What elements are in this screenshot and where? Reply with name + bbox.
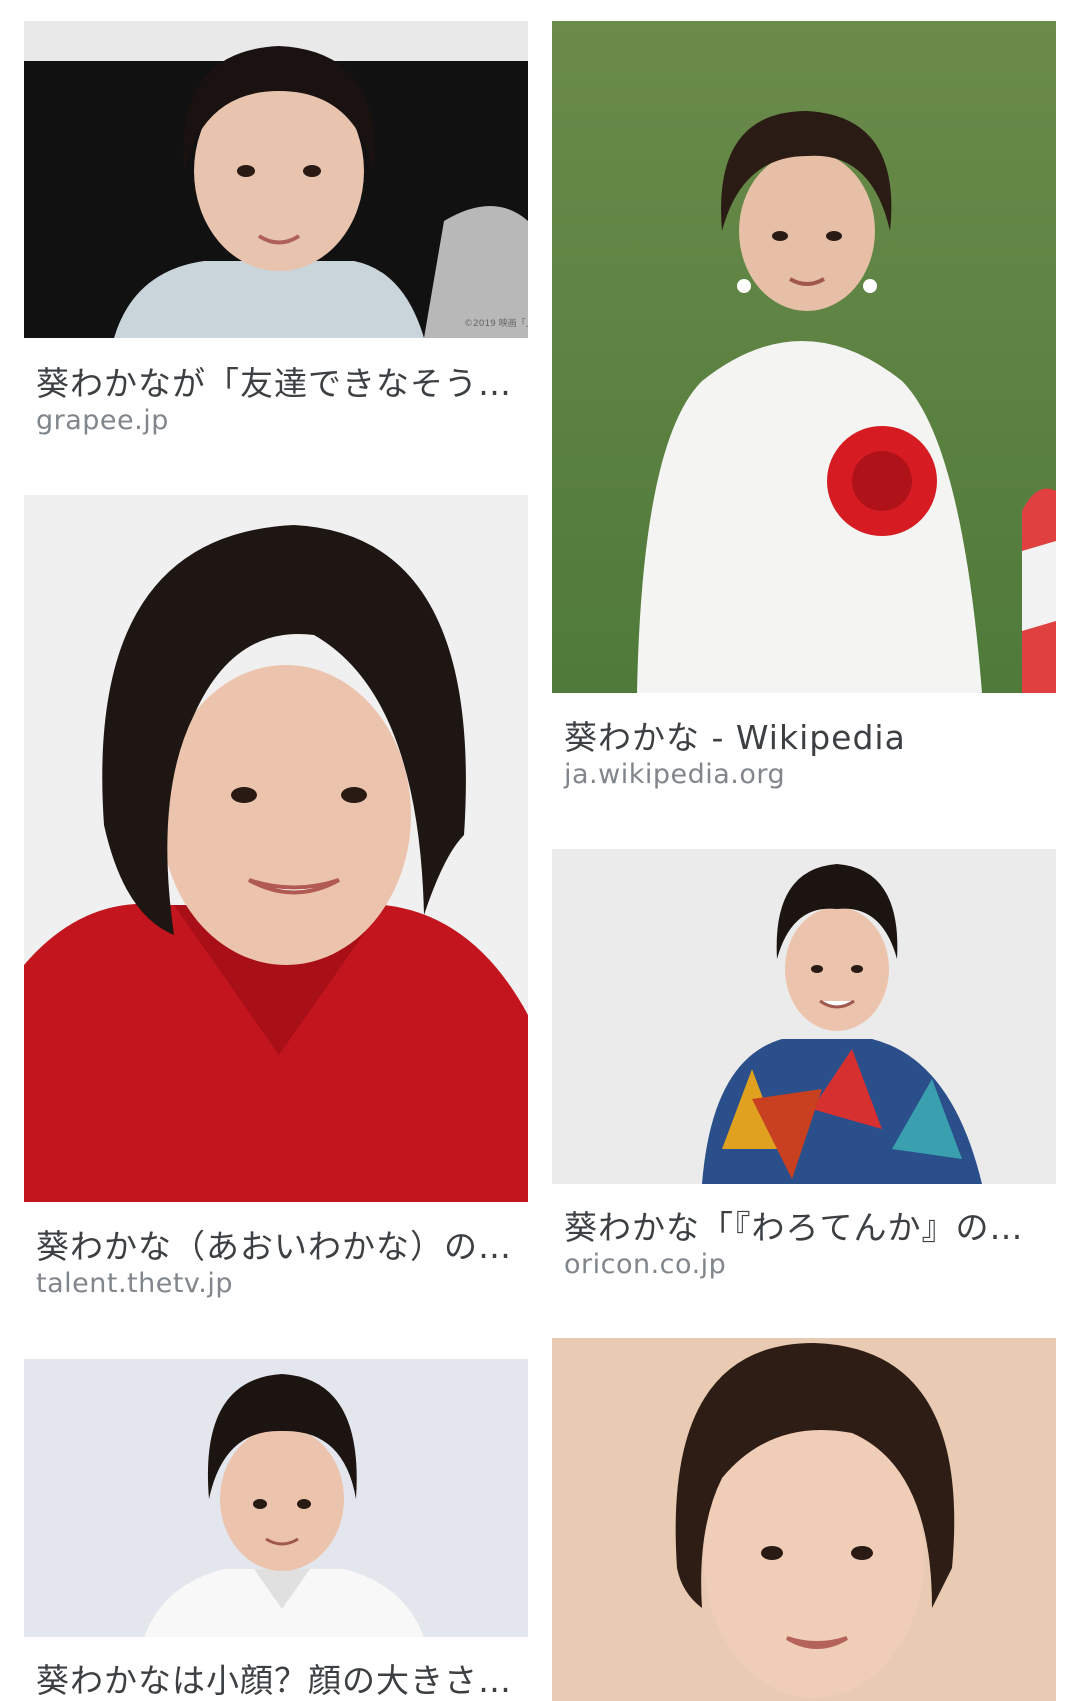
result-source[interactable]: oricon.co.jp xyxy=(564,1249,726,1280)
image-result-card[interactable]: ©2019 映画「」製作委員会 葵わかなが「友達できなそう… grapee.jp xyxy=(24,21,528,451)
image-result-card[interactable]: 葵わかな（あおいわかな）の… talent.thetv.jp xyxy=(24,495,528,1325)
result-title[interactable]: 葵わかなは小顔？顔の大きさ… xyxy=(36,1654,516,1701)
result-thumbnail[interactable] xyxy=(24,495,528,1202)
result-thumbnail[interactable] xyxy=(24,1359,528,1637)
image-result-card[interactable]: 葵わかな - Wikipedia ja.wikipedia.org xyxy=(552,21,1056,801)
image-results-grid: ©2019 映画「」製作委員会 葵わかなが「友達できなそう… grapee.jp xyxy=(0,0,1080,1701)
result-title[interactable]: 葵わかな - Wikipedia xyxy=(564,711,1044,759)
image-result-card[interactable]: 葵わかなは小顔？顔の大きさ… xyxy=(24,1359,528,1701)
image-result-card[interactable] xyxy=(552,1338,1056,1701)
result-source[interactable]: ja.wikipedia.org xyxy=(564,759,785,790)
result-title[interactable]: 葵わかなが「友達できなそう… xyxy=(36,357,516,405)
result-title[interactable]: 葵わかな（あおいわかな）の… xyxy=(36,1220,516,1268)
result-title[interactable]: 葵わかな「『わろてんか』の… xyxy=(564,1201,1044,1249)
result-thumbnail[interactable] xyxy=(552,849,1056,1184)
result-source[interactable]: grapee.jp xyxy=(36,405,169,436)
watermark: ©2019 映画「」製作委員会 xyxy=(464,317,528,329)
result-source[interactable]: talent.thetv.jp xyxy=(36,1268,233,1299)
result-thumbnail[interactable] xyxy=(552,21,1056,693)
result-thumbnail[interactable] xyxy=(552,1338,1056,1701)
result-thumbnail[interactable]: ©2019 映画「」製作委員会 xyxy=(24,21,528,338)
image-result-card[interactable]: 葵わかな「『わろてんか』の… oricon.co.jp xyxy=(552,849,1056,1289)
